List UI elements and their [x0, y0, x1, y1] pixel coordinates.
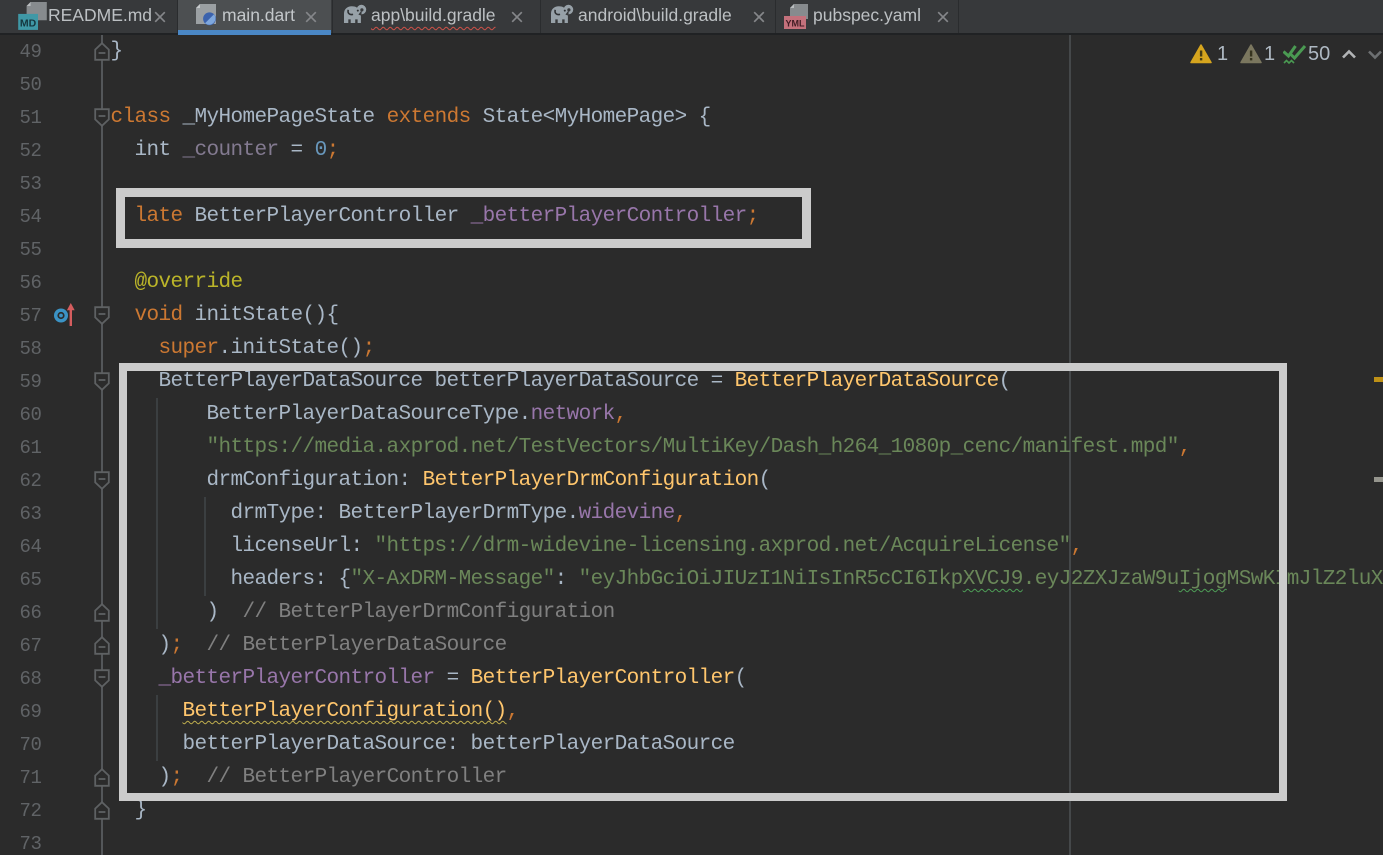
svg-text:YML: YML	[786, 19, 806, 29]
svg-text:MD: MD	[20, 18, 37, 30]
